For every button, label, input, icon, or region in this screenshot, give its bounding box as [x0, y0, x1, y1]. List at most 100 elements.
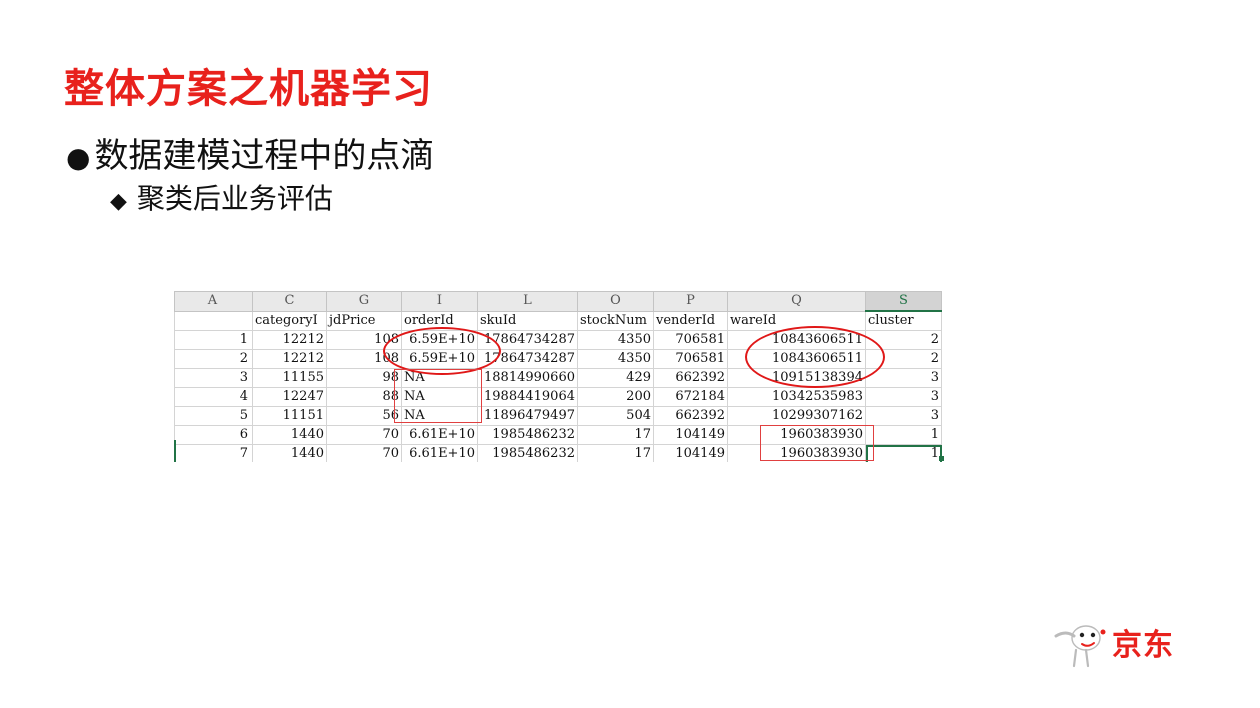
table-cell[interactable]: 6.59E+10: [401, 349, 478, 369]
table-cell[interactable]: 70: [326, 425, 402, 445]
data-rows: 1 12212 108 6.59E+10 17864734287 4350 706581 10…: [174, 330, 942, 462]
table-cell[interactable]: 10843606511: [727, 349, 866, 369]
table-cell[interactable]: 104149: [653, 444, 728, 462]
header-cell[interactable]: categoryI: [252, 310, 327, 331]
table-cell[interactable]: 3: [865, 368, 942, 388]
table-cell[interactable]: 200: [577, 387, 654, 407]
row-number[interactable]: 6: [174, 425, 253, 445]
row-number[interactable]: 4: [174, 387, 253, 407]
header-cell[interactable]: stockNum: [577, 310, 654, 331]
table-cell[interactable]: 706581: [653, 330, 728, 350]
table-cell[interactable]: 10342535983: [727, 387, 866, 407]
table-cell[interactable]: NA: [401, 387, 478, 407]
table-cell[interactable]: 706581: [653, 349, 728, 369]
bullet-level-2: ◆ 聚类后业务评估: [110, 180, 333, 221]
column-letter[interactable]: A: [174, 291, 253, 312]
row-number[interactable]: 3: [174, 368, 253, 388]
table-cell[interactable]: 662392: [653, 406, 728, 426]
table-cell[interactable]: 6.61E+10: [401, 425, 478, 445]
row-header[interactable]: [174, 310, 253, 331]
header-cell[interactable]: cluster: [865, 310, 942, 331]
table-row: 2 12212 108 6.59E+10 17864734287 4350 706581 10…: [174, 349, 942, 369]
table-cell[interactable]: 108: [326, 349, 402, 369]
header-row: categoryI jdPrice orderId skuId stockNum…: [174, 310, 942, 331]
table-cell[interactable]: 10915138394: [727, 368, 866, 388]
table-cell[interactable]: 17864734287: [477, 330, 578, 350]
fill-handle[interactable]: [939, 456, 944, 461]
row-number[interactable]: 5: [174, 406, 253, 426]
bullet-dot-icon: ●: [66, 141, 91, 174]
header-cell[interactable]: orderId: [401, 310, 478, 331]
spreadsheet-grid: A C G I L O P Q S categoryI jdPrice orde…: [174, 291, 942, 462]
table-cell[interactable]: 17: [577, 425, 654, 445]
header-cell[interactable]: venderId: [653, 310, 728, 331]
table-cell[interactable]: 6.61E+10: [401, 444, 478, 462]
table-cell[interactable]: 10299307162: [727, 406, 866, 426]
table-cell[interactable]: 1960383930: [727, 444, 866, 462]
table-cell[interactable]: 11155: [252, 368, 327, 388]
table-cell[interactable]: 56: [326, 406, 402, 426]
table-cell[interactable]: 11896479497: [477, 406, 578, 426]
column-letter[interactable]: P: [653, 291, 728, 312]
table-cell[interactable]: 504: [577, 406, 654, 426]
table-cell[interactable]: 672184: [653, 387, 728, 407]
table-cell[interactable]: 18814990660: [477, 368, 578, 388]
active-row-marker: [174, 440, 176, 462]
bullet-level-1: ● 数据建模过程中的点滴: [66, 134, 434, 180]
header-cell[interactable]: jdPrice: [326, 310, 402, 331]
table-cell[interactable]: 88: [326, 387, 402, 407]
table-cell[interactable]: 4350: [577, 349, 654, 369]
jd-brand-text: 京东: [1112, 628, 1174, 663]
column-letter[interactable]: C: [252, 291, 327, 312]
table-cell[interactable]: 17864734287: [477, 349, 578, 369]
column-letter[interactable]: O: [577, 291, 654, 312]
table-cell[interactable]: 12212: [252, 330, 327, 350]
header-cell[interactable]: wareId: [727, 310, 866, 331]
column-letter[interactable]: I: [401, 291, 478, 312]
column-letter[interactable]: Q: [727, 291, 866, 312]
row-number[interactable]: 1: [174, 330, 253, 350]
table-row: 7 1440 70 6.61E+10 1985486232 17 104149 1960383…: [174, 444, 942, 462]
table-cell[interactable]: 12247: [252, 387, 327, 407]
table-cell[interactable]: 104149: [653, 425, 728, 445]
table-cell[interactable]: 429: [577, 368, 654, 388]
table-cell[interactable]: NA: [401, 406, 478, 426]
column-letter-selected[interactable]: S: [865, 291, 942, 312]
active-cell[interactable]: 1: [865, 444, 942, 462]
table-cell[interactable]: 17: [577, 444, 654, 462]
table-row: 5 11151 56 NA 11896479497 504 662392 1029930716…: [174, 406, 942, 426]
table-row: 3 11155 98 NA 18814990660 429 662392 1091513839…: [174, 368, 942, 388]
table-cell[interactable]: 2: [865, 330, 942, 350]
table-cell[interactable]: 1960383930: [727, 425, 866, 445]
table-cell[interactable]: NA: [401, 368, 478, 388]
table-cell[interactable]: 6.59E+10: [401, 330, 478, 350]
row-number[interactable]: 2: [174, 349, 253, 369]
table-row: 1 12212 108 6.59E+10 17864734287 4350 706581 10…: [174, 330, 942, 350]
table-cell[interactable]: 1440: [252, 444, 327, 462]
table-row: 4 12247 88 NA 19884419064 200 672184 1034253598…: [174, 387, 942, 407]
table-cell[interactable]: 1: [865, 425, 942, 445]
table-cell[interactable]: 12212: [252, 349, 327, 369]
table-cell[interactable]: 98: [326, 368, 402, 388]
table-cell[interactable]: 70: [326, 444, 402, 462]
table-cell[interactable]: 3: [865, 387, 942, 407]
table-cell[interactable]: 1985486232: [477, 444, 578, 462]
table-row: 6 1440 70 6.61E+10 1985486232 17 104149 1960383…: [174, 425, 942, 445]
table-cell[interactable]: 4350: [577, 330, 654, 350]
table-cell[interactable]: 662392: [653, 368, 728, 388]
table-cell[interactable]: 11151: [252, 406, 327, 426]
row-number[interactable]: 7: [174, 444, 253, 462]
table-cell[interactable]: 1985486232: [477, 425, 578, 445]
table-cell[interactable]: 19884419064: [477, 387, 578, 407]
bullet-level-1-text: 数据建模过程中的点滴: [94, 136, 435, 176]
table-cell[interactable]: 1440: [252, 425, 327, 445]
spreadsheet-screenshot: A C G I L O P Q S categoryI jdPrice orde…: [174, 291, 948, 462]
table-cell[interactable]: 10843606511: [727, 330, 866, 350]
table-cell[interactable]: 108: [326, 330, 402, 350]
slide-title: 整体方案之机器学习: [64, 66, 433, 112]
column-letter[interactable]: G: [326, 291, 402, 312]
column-letter[interactable]: L: [477, 291, 578, 312]
table-cell[interactable]: 3: [865, 406, 942, 426]
header-cell[interactable]: skuId: [477, 310, 578, 331]
table-cell[interactable]: 2: [865, 349, 942, 369]
